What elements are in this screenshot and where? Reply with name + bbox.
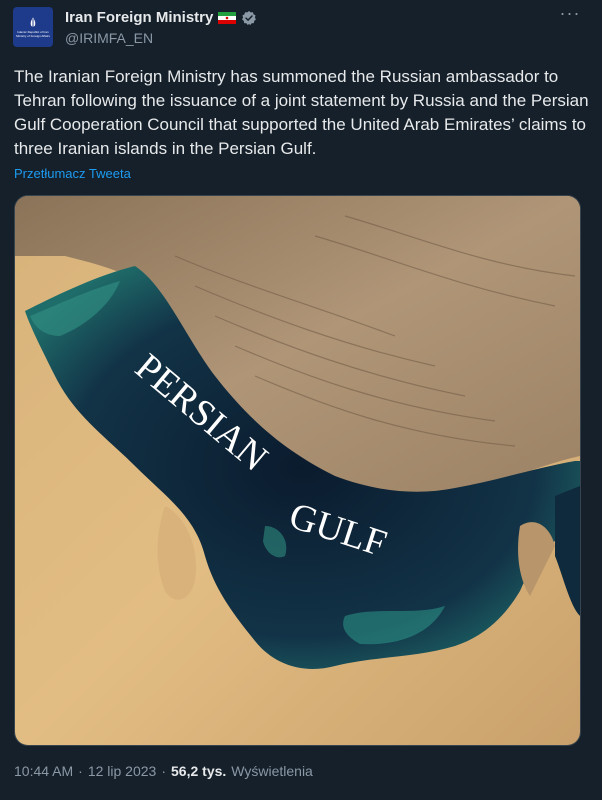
avatar[interactable]: Islamic Republic of Iran Ministry of For… xyxy=(13,7,53,47)
tweet-text: The Iranian Foreign Ministry has summone… xyxy=(14,67,589,158)
author-name-row: Iran Foreign Ministry xyxy=(65,9,257,26)
translate-tweet-link[interactable]: Przetłumacz Tweeta xyxy=(14,166,131,181)
author-handle[interactable]: @IRIMFA_EN xyxy=(65,30,153,46)
tweet: Islamic Republic of Iran Ministry of For… xyxy=(0,0,602,800)
tweet-image[interactable]: PERSIAN GULF xyxy=(14,195,581,746)
persian-gulf-satellite-map: PERSIAN GULF xyxy=(15,196,580,745)
views-label: Wyświetlenia xyxy=(231,763,313,779)
meta-separator: · xyxy=(161,763,167,779)
more-options-button[interactable]: ··· xyxy=(556,4,584,27)
tweet-time[interactable]: 10:44 AM xyxy=(14,763,73,779)
tweet-date[interactable]: 12 lip 2023 xyxy=(88,763,157,779)
meta-separator: · xyxy=(78,763,83,779)
iran-emblem-icon xyxy=(30,17,36,28)
verified-badge-icon xyxy=(242,10,257,25)
iran-flag-icon xyxy=(218,11,237,24)
views-count: 56,2 tys. xyxy=(171,763,227,779)
avatar-caption: Islamic Republic of Iran Ministry of For… xyxy=(16,30,50,38)
author-display-name[interactable]: Iran Foreign Ministry xyxy=(65,9,213,26)
tweet-meta: 10:44 AM · 12 lip 2023 · 56,2 tys. Wyświ… xyxy=(14,763,313,779)
